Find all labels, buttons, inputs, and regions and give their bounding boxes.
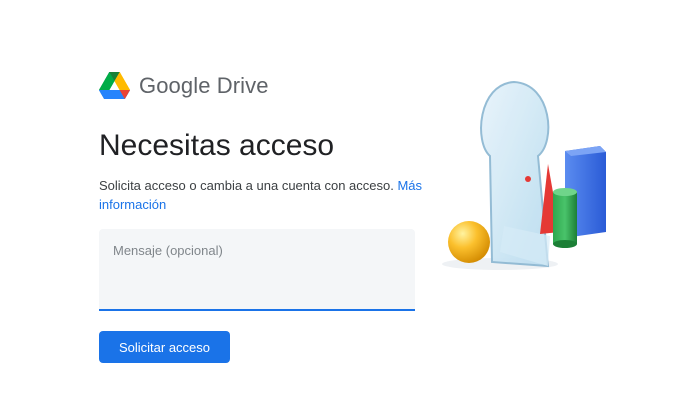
message-input[interactable] bbox=[99, 229, 415, 309]
brand-name: Google Drive bbox=[139, 73, 269, 98]
keyhole-illustration bbox=[442, 80, 606, 270]
page-description: Solicita acceso o cambia a una cuenta co… bbox=[99, 176, 429, 214]
message-field[interactable] bbox=[99, 229, 415, 311]
brand-header: Google Drive bbox=[99, 71, 269, 101]
description-text: Solicita acceso o cambia a una cuenta co… bbox=[99, 178, 394, 193]
request-access-button[interactable]: Solicitar acceso bbox=[99, 331, 230, 363]
google-drive-logo-icon bbox=[99, 72, 130, 99]
page-title: Necesitas acceso bbox=[99, 129, 335, 162]
